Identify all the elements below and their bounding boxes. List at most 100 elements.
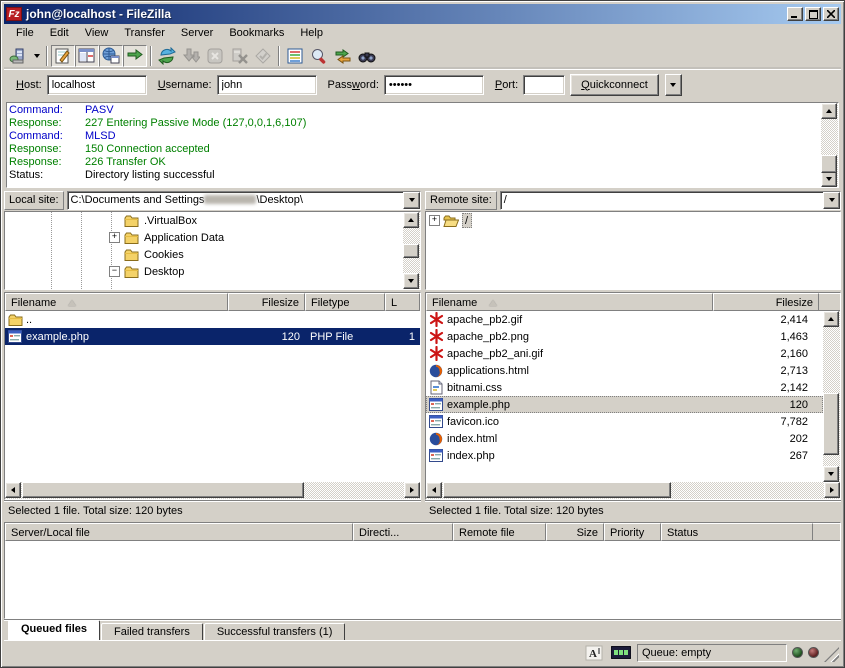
remote-list-hscrollbar[interactable]: [426, 482, 840, 499]
maximize-button[interactable]: [805, 7, 821, 21]
file-row[interactable]: ..: [5, 311, 420, 328]
log-scrollbar[interactable]: [821, 103, 838, 187]
scroll-thumb[interactable]: [22, 482, 304, 498]
filename-cell: bitnami.css: [426, 380, 713, 395]
scroll-up-button[interactable]: [823, 311, 839, 327]
local-site-combo[interactable]: C:\Documents and Settings\Desktop\: [67, 191, 421, 210]
tree-item[interactable]: Cookies: [5, 246, 403, 263]
menu-edit[interactable]: Edit: [42, 25, 77, 42]
file-row[interactable]: index.php267: [426, 447, 823, 464]
column-header-l[interactable]: L: [385, 293, 420, 311]
menu-bookmarks[interactable]: Bookmarks: [221, 25, 292, 42]
column-header-filesize[interactable]: Filesize: [228, 293, 305, 311]
remote-site-combo[interactable]: /: [500, 191, 841, 210]
close-button[interactable]: [823, 7, 839, 21]
tab-queued-files[interactable]: Queued files: [8, 620, 100, 640]
local-tree-scrollbar[interactable]: [403, 212, 420, 289]
file-row[interactable]: index.html202: [426, 430, 823, 447]
menu-help[interactable]: Help: [292, 25, 331, 42]
filesize-cell: 202: [713, 433, 813, 445]
file-row[interactable]: bitnami.css2,142: [426, 379, 823, 396]
filesize-cell: 2,414: [713, 314, 813, 326]
column-header-serverlocalfile[interactable]: Server/Local file: [5, 523, 353, 541]
log-line-text: MLSD: [85, 130, 116, 143]
titlebar[interactable]: Fz john@localhost - FileZilla: [4, 4, 841, 24]
quickconnect-button[interactable]: Quickconnect: [570, 74, 659, 96]
scroll-right-button[interactable]: [404, 482, 420, 498]
file-row[interactable]: apache_pb2.png1,463: [426, 328, 823, 345]
toggle-local-tree-icon[interactable]: [75, 45, 99, 67]
local-list-hscrollbar[interactable]: [5, 482, 420, 499]
column-header-filename[interactable]: Filename: [426, 293, 713, 311]
column-header-directi[interactable]: Directi...: [353, 523, 453, 541]
quickconnect-dropdown-icon[interactable]: [665, 74, 682, 96]
menu-server[interactable]: Server: [173, 25, 221, 42]
file-row[interactable]: favicon.ico7,782: [426, 413, 823, 430]
file-row[interactable]: applications.html2,713: [426, 362, 823, 379]
username-input[interactable]: [217, 75, 317, 95]
column-header-filetype[interactable]: Filetype: [305, 293, 385, 311]
toggle-message-log-icon[interactable]: [51, 45, 75, 67]
filename-text: ..: [26, 314, 32, 326]
data-type-indicator-icon[interactable]: A: [583, 644, 605, 662]
collapse-icon[interactable]: −: [109, 266, 120, 277]
username-label: Username:: [158, 79, 212, 91]
directory-comparison-icon[interactable]: [331, 45, 355, 67]
filesize-cell: 120: [713, 399, 813, 411]
tree-item[interactable]: +/: [426, 212, 840, 229]
tab-successful-transfers-1-[interactable]: Successful transfers (1): [204, 623, 346, 640]
tree-item[interactable]: .VirtualBox: [5, 212, 403, 229]
local-site-dropdown-icon[interactable]: [403, 192, 420, 209]
log-line-type: Command:: [9, 130, 85, 143]
expand-icon[interactable]: +: [429, 215, 440, 226]
scroll-thumb[interactable]: [821, 155, 837, 173]
local-pane: Local site: C:\Documents and Settings\De…: [4, 190, 421, 520]
toggle-transfer-queue-icon[interactable]: [123, 45, 147, 67]
scroll-thumb[interactable]: [403, 244, 419, 258]
minimize-button[interactable]: [787, 7, 803, 21]
scroll-down-button[interactable]: [823, 466, 839, 482]
port-input[interactable]: [523, 75, 565, 95]
synchronized-browsing-icon[interactable]: [355, 45, 379, 67]
file-row[interactable]: apache_pb2.gif2,414: [426, 311, 823, 328]
column-header-size[interactable]: Size: [546, 523, 604, 541]
file-search-icon[interactable]: [307, 45, 331, 67]
column-header-filesize[interactable]: Filesize: [713, 293, 819, 311]
column-header-remotefile[interactable]: Remote file: [453, 523, 546, 541]
site-manager-dropdown-icon[interactable]: [30, 45, 43, 67]
window-title: john@localhost - FileZilla: [26, 7, 787, 21]
file-row[interactable]: apache_pb2_ani.gif2,160: [426, 345, 823, 362]
tree-item[interactable]: +Application Data: [5, 229, 403, 246]
scroll-up-button[interactable]: [403, 212, 419, 228]
scroll-thumb[interactable]: [443, 482, 671, 498]
refresh-icon[interactable]: [155, 45, 179, 67]
remote-list-vscrollbar[interactable]: [823, 311, 840, 482]
speed-limit-icon[interactable]: [610, 644, 632, 662]
toggle-remote-tree-icon[interactable]: [99, 45, 123, 67]
menu-transfer[interactable]: Transfer: [116, 25, 173, 42]
column-header-status[interactable]: Status: [661, 523, 813, 541]
filter-icon[interactable]: [283, 45, 307, 67]
remote-site-dropdown-icon[interactable]: [823, 192, 840, 209]
expand-icon[interactable]: +: [109, 232, 120, 243]
tab-failed-transfers[interactable]: Failed transfers: [101, 623, 203, 640]
scroll-left-button[interactable]: [426, 482, 442, 498]
resize-grip[interactable]: [824, 647, 839, 662]
scroll-down-button[interactable]: [403, 273, 419, 289]
host-input[interactable]: [47, 75, 147, 95]
file-row[interactable]: example.php120PHP File1: [5, 328, 420, 345]
password-input[interactable]: [384, 75, 484, 95]
scroll-left-button[interactable]: [5, 482, 21, 498]
menu-view[interactable]: View: [77, 25, 117, 42]
scroll-right-button[interactable]: [824, 482, 840, 498]
column-header-priority[interactable]: Priority: [604, 523, 661, 541]
tree-item[interactable]: −Desktop: [5, 263, 403, 280]
scroll-down-button[interactable]: [821, 171, 837, 187]
site-manager-icon[interactable]: [6, 45, 30, 67]
scroll-up-button[interactable]: [821, 103, 837, 119]
file-row[interactable]: example.php120: [426, 396, 823, 413]
column-header-filename[interactable]: Filename: [5, 293, 228, 311]
log-line: Command:PASV: [9, 104, 821, 117]
menu-file[interactable]: File: [8, 25, 42, 42]
scroll-thumb[interactable]: [823, 393, 839, 455]
